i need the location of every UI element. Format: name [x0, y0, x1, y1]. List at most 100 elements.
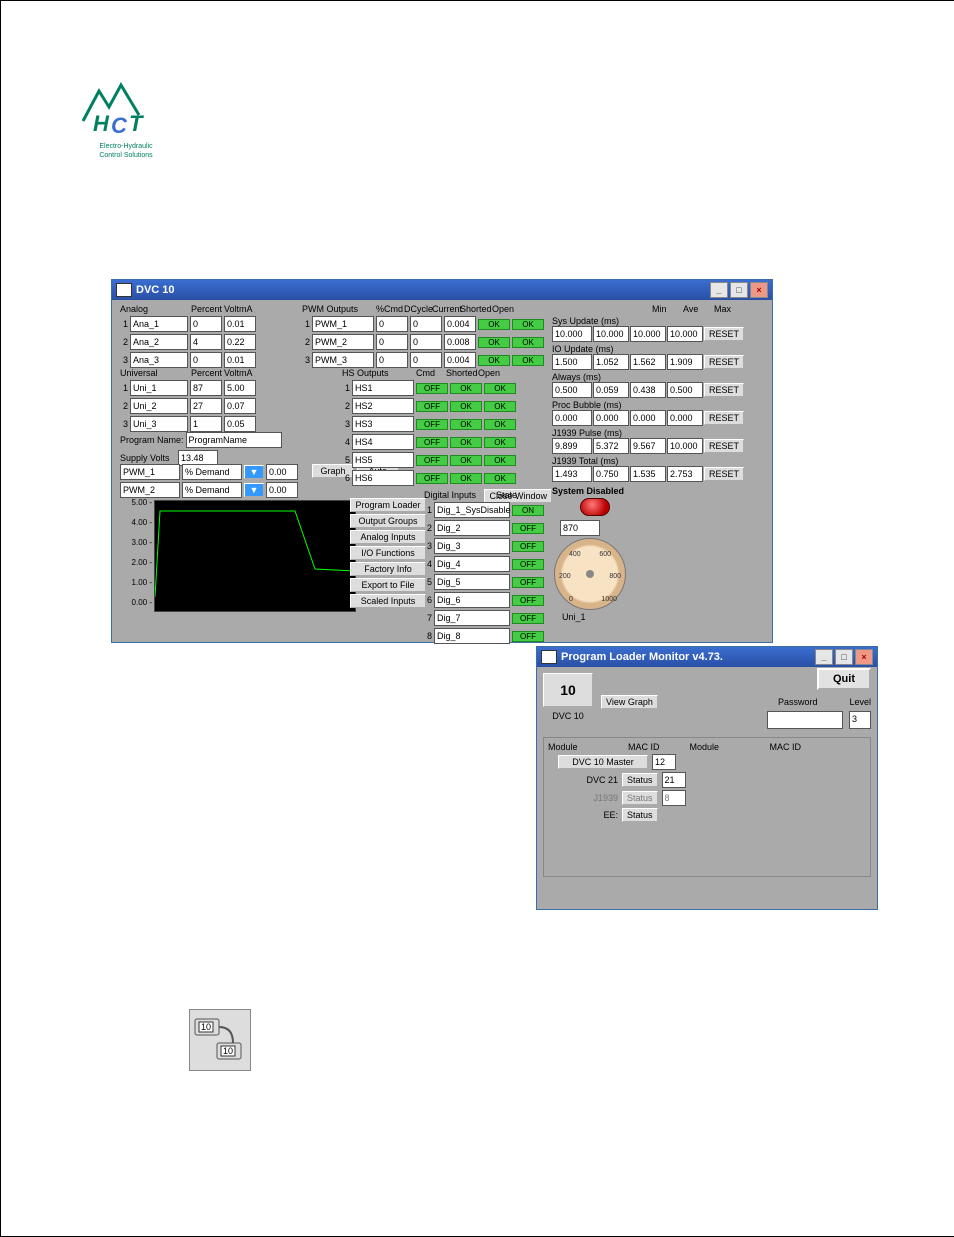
io-percent: 27	[190, 398, 222, 414]
io-name: Uni_2	[130, 398, 188, 414]
side-button[interactable]: Program Loader	[350, 498, 426, 512]
digital-section: Digital Inputs State 1 Dig_1_SysDisable …	[424, 490, 544, 646]
graph-ytick: 4.00 -	[122, 518, 152, 527]
close-button[interactable]: ×	[750, 282, 768, 298]
digital-state: OFF	[512, 631, 544, 642]
hs-row: 4 HS4 OFF OK OK	[342, 434, 552, 450]
digital-header: Digital Inputs	[424, 490, 494, 500]
digital-name: Dig_7	[434, 610, 510, 626]
io-name: Uni_1	[130, 380, 188, 396]
loader-module-row: J1939 Status 8	[548, 790, 866, 806]
digital-state: OFF	[512, 523, 544, 534]
close-button[interactable]: ×	[855, 649, 873, 665]
io-row: 3 Ana_3 0 0.01	[120, 352, 290, 368]
password-input[interactable]	[767, 711, 843, 729]
hs-row: 2 HS2 OFF OK OK	[342, 398, 552, 414]
hs-shorted: OK	[450, 401, 482, 412]
status-button[interactable]: Status	[622, 773, 658, 787]
digital-row: 5 Dig_5 OFF	[424, 574, 544, 590]
pwm-trace-metric: % Demand	[182, 464, 242, 480]
gauge-readout: 870	[560, 520, 600, 536]
view-graph-button[interactable]: View Graph	[601, 695, 658, 709]
stats-col-ave: Ave	[683, 304, 713, 314]
graph-ytick: 1.00 -	[122, 578, 152, 587]
status-button[interactable]: Status	[622, 808, 658, 822]
reset-button[interactable]: RESET	[704, 355, 744, 369]
universal-col-a: Percent	[182, 368, 222, 378]
io-percent: 87	[190, 380, 222, 396]
side-button[interactable]: Export to File	[350, 578, 426, 592]
hct-logo: H C T Electro-Hydraulic Control Solution…	[81, 81, 171, 159]
digital-state: OFF	[512, 595, 544, 606]
system-disabled-led	[580, 498, 610, 516]
module-button[interactable]: DVC 10 Master	[558, 755, 648, 769]
io-volt: 0.05	[224, 416, 256, 432]
logo-tagline-2: Control Solutions	[81, 152, 171, 159]
hs-name: HS6	[352, 470, 414, 486]
io-volt: 0.01	[224, 352, 256, 368]
stats-row: Proc Bubble (ms) 0.000 0.000 0.000 0.000…	[552, 400, 762, 426]
hs-cmd: OFF	[416, 401, 448, 412]
dropdown-icon[interactable]: ▼	[244, 465, 264, 479]
pwm-trace-name: PWM_1	[120, 464, 180, 480]
hs-open: OK	[484, 401, 516, 412]
stats-row: J1939 Total (ms) 1.493 0.750 1.535 2.753…	[552, 456, 762, 482]
digital-row: 2 Dig_2 OFF	[424, 520, 544, 536]
stats-label: Sys Update (ms)	[552, 316, 762, 326]
reset-button[interactable]: RESET	[704, 327, 744, 341]
dropdown-icon[interactable]: ▼	[244, 483, 264, 497]
digital-row: 7 Dig_7 OFF	[424, 610, 544, 626]
maximize-button[interactable]: □	[835, 649, 853, 665]
reset-button[interactable]: RESET	[704, 467, 744, 481]
dvc10-icon-button[interactable]: 10	[543, 673, 593, 707]
quit-button[interactable]: Quit	[817, 668, 871, 690]
hs-shorted: OK	[450, 455, 482, 466]
digital-name: Dig_4	[434, 556, 510, 572]
hs-cmd: OFF	[416, 419, 448, 430]
stats-col-max: Max	[714, 304, 744, 314]
side-button[interactable]: Scaled Inputs	[350, 594, 426, 608]
digital-name: Dig_3	[434, 538, 510, 554]
pwm-name: PWM_1	[312, 316, 374, 332]
side-button[interactable]: Factory Info	[350, 562, 426, 576]
hs-shorted: OK	[450, 419, 482, 430]
side-button[interactable]: I/O Functions	[350, 546, 426, 560]
hs-name: HS2	[352, 398, 414, 414]
hs-shorted: OK	[450, 437, 482, 448]
svg-text:T: T	[129, 111, 144, 136]
graph-ytick: 0.00 -	[122, 598, 152, 607]
pwm-name: PWM_2	[312, 334, 374, 350]
graph-ytick: 5.00 -	[122, 498, 152, 507]
side-button[interactable]: Output Groups	[350, 514, 426, 528]
hs-col-short: Shorted	[446, 368, 476, 378]
hs-cmd: OFF	[416, 437, 448, 448]
macid-header-1: MAC ID	[628, 742, 660, 752]
io-name: Ana_1	[130, 316, 188, 332]
hs-out-section: HS Outputs Cmd Shorted Open 1 HS1 OFF OK…	[342, 368, 552, 503]
loader-titlebar[interactable]: Program Loader Monitor v4.73. _ □ ×	[537, 647, 877, 667]
hs-row: 5 HS5 OFF OK OK	[342, 452, 552, 468]
minimize-button[interactable]: _	[815, 649, 833, 665]
program-name-value: ProgramName	[186, 432, 282, 448]
mac-id: 21	[662, 772, 686, 788]
gauge: 200 400 600 800 0 1000	[554, 538, 626, 610]
graph-ytick: 2.00 -	[122, 558, 152, 567]
hs-shorted: OK	[450, 473, 482, 484]
hs-name: HS4	[352, 434, 414, 450]
reset-button[interactable]: RESET	[704, 383, 744, 397]
maximize-button[interactable]: □	[730, 282, 748, 298]
dvc-title: DVC 10	[136, 284, 175, 296]
digital-state: ON	[512, 505, 544, 516]
reset-button[interactable]: RESET	[704, 411, 744, 425]
hs-open: OK	[484, 419, 516, 430]
svg-text:H: H	[93, 111, 110, 136]
reset-button[interactable]: RESET	[704, 439, 744, 453]
dvc-titlebar[interactable]: DVC 10 _ □ ×	[112, 280, 772, 300]
minimize-button[interactable]: _	[710, 282, 728, 298]
svg-text:C: C	[111, 113, 128, 138]
digital-row: 1 Dig_1_SysDisable ON	[424, 502, 544, 518]
io-row: 1 Uni_1 87 5.00	[120, 380, 290, 396]
stats-label: J1939 Pulse (ms)	[552, 428, 762, 438]
io-row: 3 Uni_3 1 0.05	[120, 416, 290, 432]
side-button[interactable]: Analog Inputs	[350, 530, 426, 544]
